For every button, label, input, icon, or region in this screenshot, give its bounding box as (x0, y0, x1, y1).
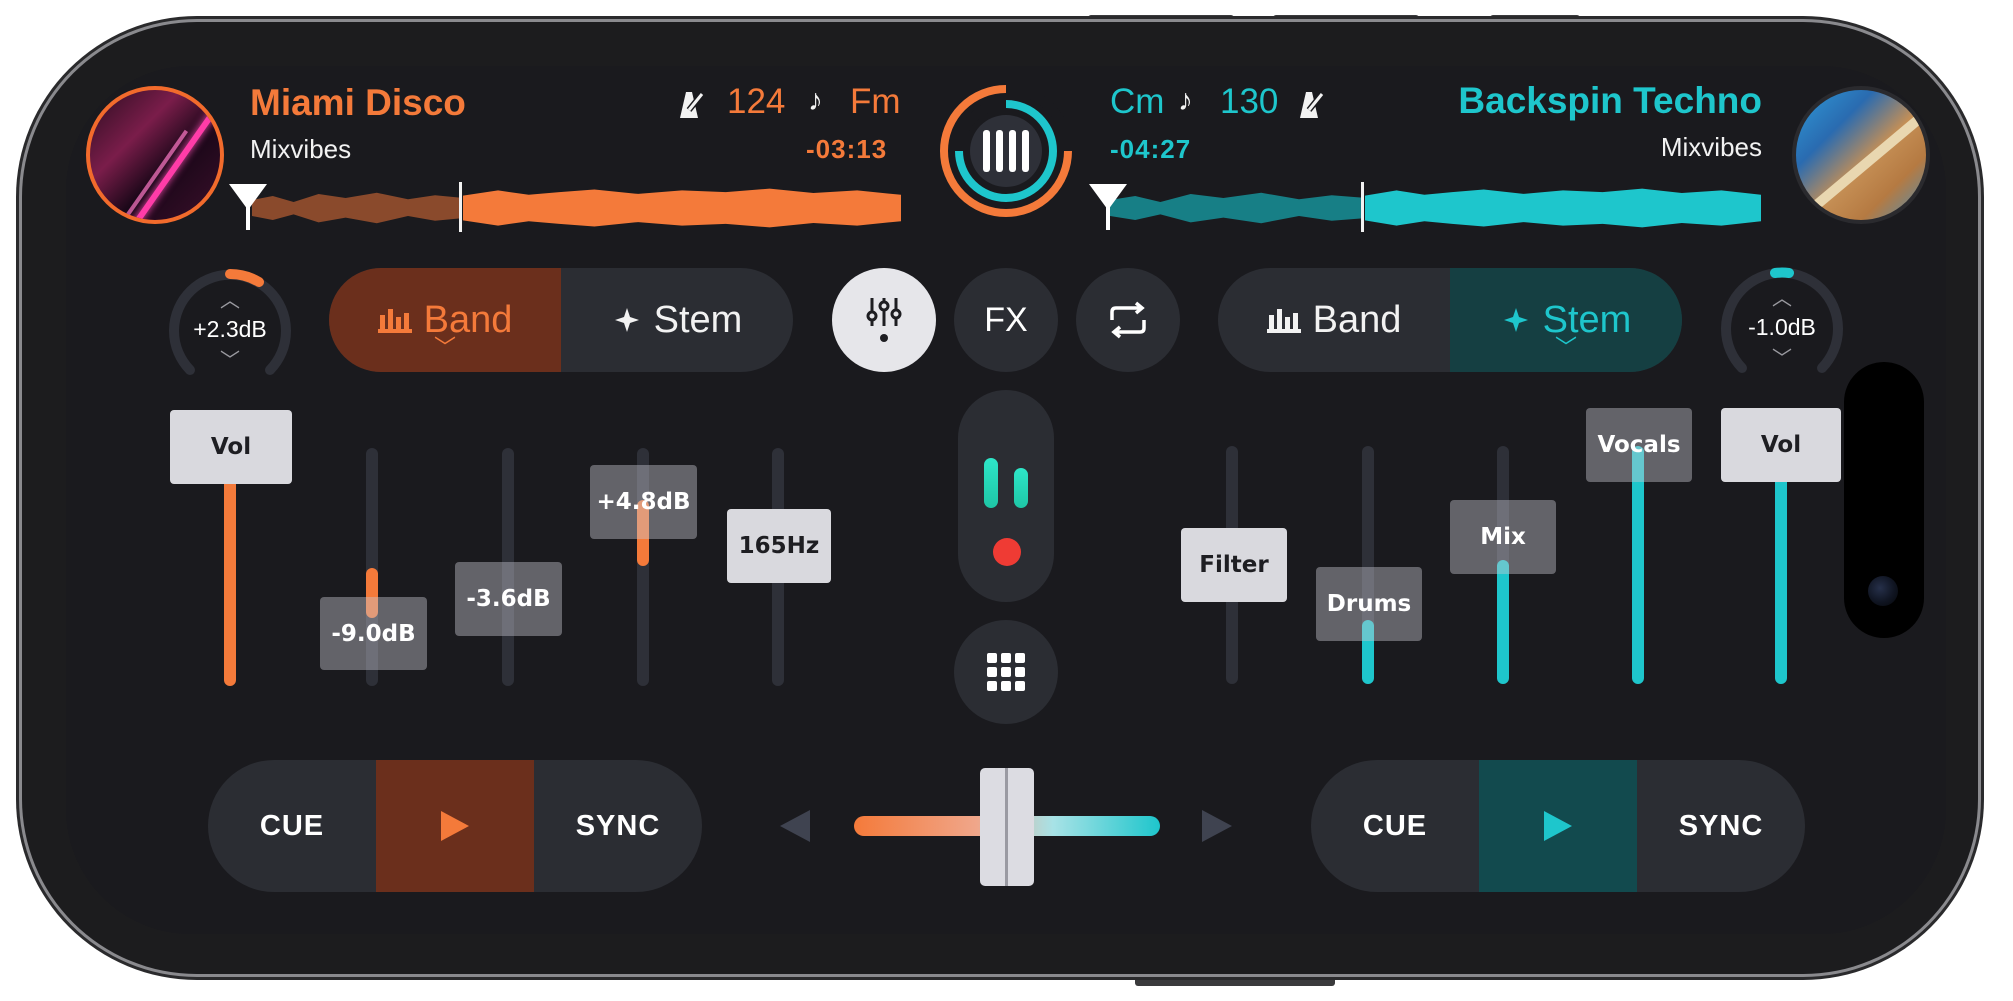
deck-b-drums-fader[interactable]: Drums (1316, 567, 1422, 641)
deck-a-mid-fader[interactable]: -3.6dB (455, 562, 562, 636)
fx-label: FX (984, 300, 1028, 339)
deck-b-playhead (1361, 182, 1364, 232)
chevron-down-icon: ﹀ (1554, 335, 1578, 360)
play-icon (1544, 811, 1572, 841)
camera-island (1844, 362, 1924, 638)
loop-icon (1110, 301, 1146, 339)
deck-a-playhead (459, 182, 462, 232)
deck-b-cover-art[interactable] (1792, 86, 1930, 224)
deck-b-volume-fader[interactable]: Vol (1721, 408, 1841, 482)
sparkle-icon (614, 308, 639, 332)
metronome-icon (1300, 92, 1325, 118)
deck-a-high-fader[interactable]: +4.8dB (590, 465, 697, 539)
deck-a-remaining-time: -03:13 (806, 134, 888, 164)
camera-icon (1868, 576, 1898, 606)
crossfader-left-arrow-icon[interactable] (780, 810, 810, 842)
deck-a-band-tab[interactable]: Band ﹀ (329, 268, 561, 372)
deck-a-cue-button[interactable]: CUE (208, 760, 376, 892)
deck-b-key: Cm (1110, 82, 1165, 121)
fx-button[interactable]: FX (954, 268, 1058, 372)
deck-b-vocals-fader[interactable]: Vocals (1586, 408, 1692, 482)
deck-a-stem-tab[interactable]: Stem (561, 268, 793, 372)
logo-bars-icon (983, 128, 1029, 174)
deck-a-transport: CUE SYNC (208, 760, 702, 892)
loop-button[interactable] (1076, 268, 1180, 372)
level-meter-left (984, 458, 998, 508)
crossfader-handle[interactable] (980, 768, 1034, 886)
deck-b-sync-button[interactable]: SYNC (1637, 760, 1805, 892)
deck-b-band-tab[interactable]: Band (1218, 268, 1450, 372)
deck-a-stem-label: Stem (653, 298, 743, 341)
chevron-down-icon: ﹀ (1772, 348, 1792, 370)
deck-a-play-button[interactable] (376, 760, 534, 892)
deck-b-remaining-time: -04:27 (1110, 134, 1192, 164)
deck-a-cover-art[interactable] (86, 86, 224, 224)
deck-b-band-label: Band (1312, 298, 1402, 341)
deck-a-title: Miami Disco (250, 82, 466, 123)
deck-b-mix-fader[interactable]: Mix (1450, 500, 1556, 574)
chevron-up-icon: ︿ (1772, 288, 1792, 310)
deck-a-volume-fader[interactable]: Vol (170, 410, 292, 484)
deck-b-bpm: 130 (1220, 82, 1279, 121)
deck-a-cue-line (246, 200, 250, 230)
play-icon (441, 811, 469, 841)
level-meter (958, 390, 1054, 602)
deck-b-cue-line (1106, 200, 1110, 230)
metronome-icon (680, 92, 705, 118)
equalizer-bars-icon (377, 309, 412, 333)
deck-a-low-fader[interactable]: -9.0dB (320, 597, 427, 670)
chevron-down-icon: ﹀ (433, 335, 457, 360)
deck-b-cue-button[interactable]: CUE (1311, 760, 1479, 892)
deck-b-filter-fader[interactable]: Filter (1181, 528, 1287, 602)
chevron-up-icon: ︿ (220, 290, 240, 312)
record-icon[interactable] (993, 538, 1021, 566)
deck-a-gain-value: +2.3dB (193, 316, 267, 342)
deck-a-key: Fm (850, 82, 901, 121)
deck-a-sync-button[interactable]: SYNC (534, 760, 702, 892)
deck-a-bpm: 124 (727, 82, 786, 121)
equalizer-bars-icon (1266, 309, 1301, 333)
mixer-settings-button[interactable] (832, 268, 936, 372)
deck-a-filter-fader[interactable]: 165Hz (727, 509, 831, 583)
deck-a-volume-fill (224, 450, 236, 686)
grid-icon (987, 653, 1025, 691)
deck-b-gain-value: -1.0dB (1748, 314, 1816, 340)
key-note-icon: ♪ (1178, 84, 1193, 117)
deck-a-mode-switch[interactable]: Band ﹀ Stem (329, 268, 793, 372)
chevron-down-icon: ﹀ (220, 350, 240, 372)
deck-b-mix-fill (1497, 560, 1509, 684)
deck-b-mode-switch[interactable]: Band Stem ﹀ (1218, 268, 1682, 372)
mixer-icon (866, 298, 902, 342)
key-note-icon: ♪ (808, 84, 823, 117)
phone-side-button (1135, 976, 1335, 986)
pads-grid-button[interactable] (954, 620, 1058, 724)
deck-b-play-button[interactable] (1479, 760, 1637, 892)
crossfader-right-arrow-icon[interactable] (1202, 810, 1232, 842)
deck-b-title: Backspin Techno (1458, 80, 1762, 121)
deck-a-artist: Mixvibes (250, 134, 352, 164)
deck-b-transport: CUE SYNC (1311, 760, 1805, 892)
deck-b-stem-tab[interactable]: Stem ﹀ (1450, 268, 1682, 372)
sparkle-icon (1503, 308, 1528, 332)
deck-b-artist: Mixvibes (1660, 132, 1762, 162)
level-meter-right (1014, 468, 1028, 508)
